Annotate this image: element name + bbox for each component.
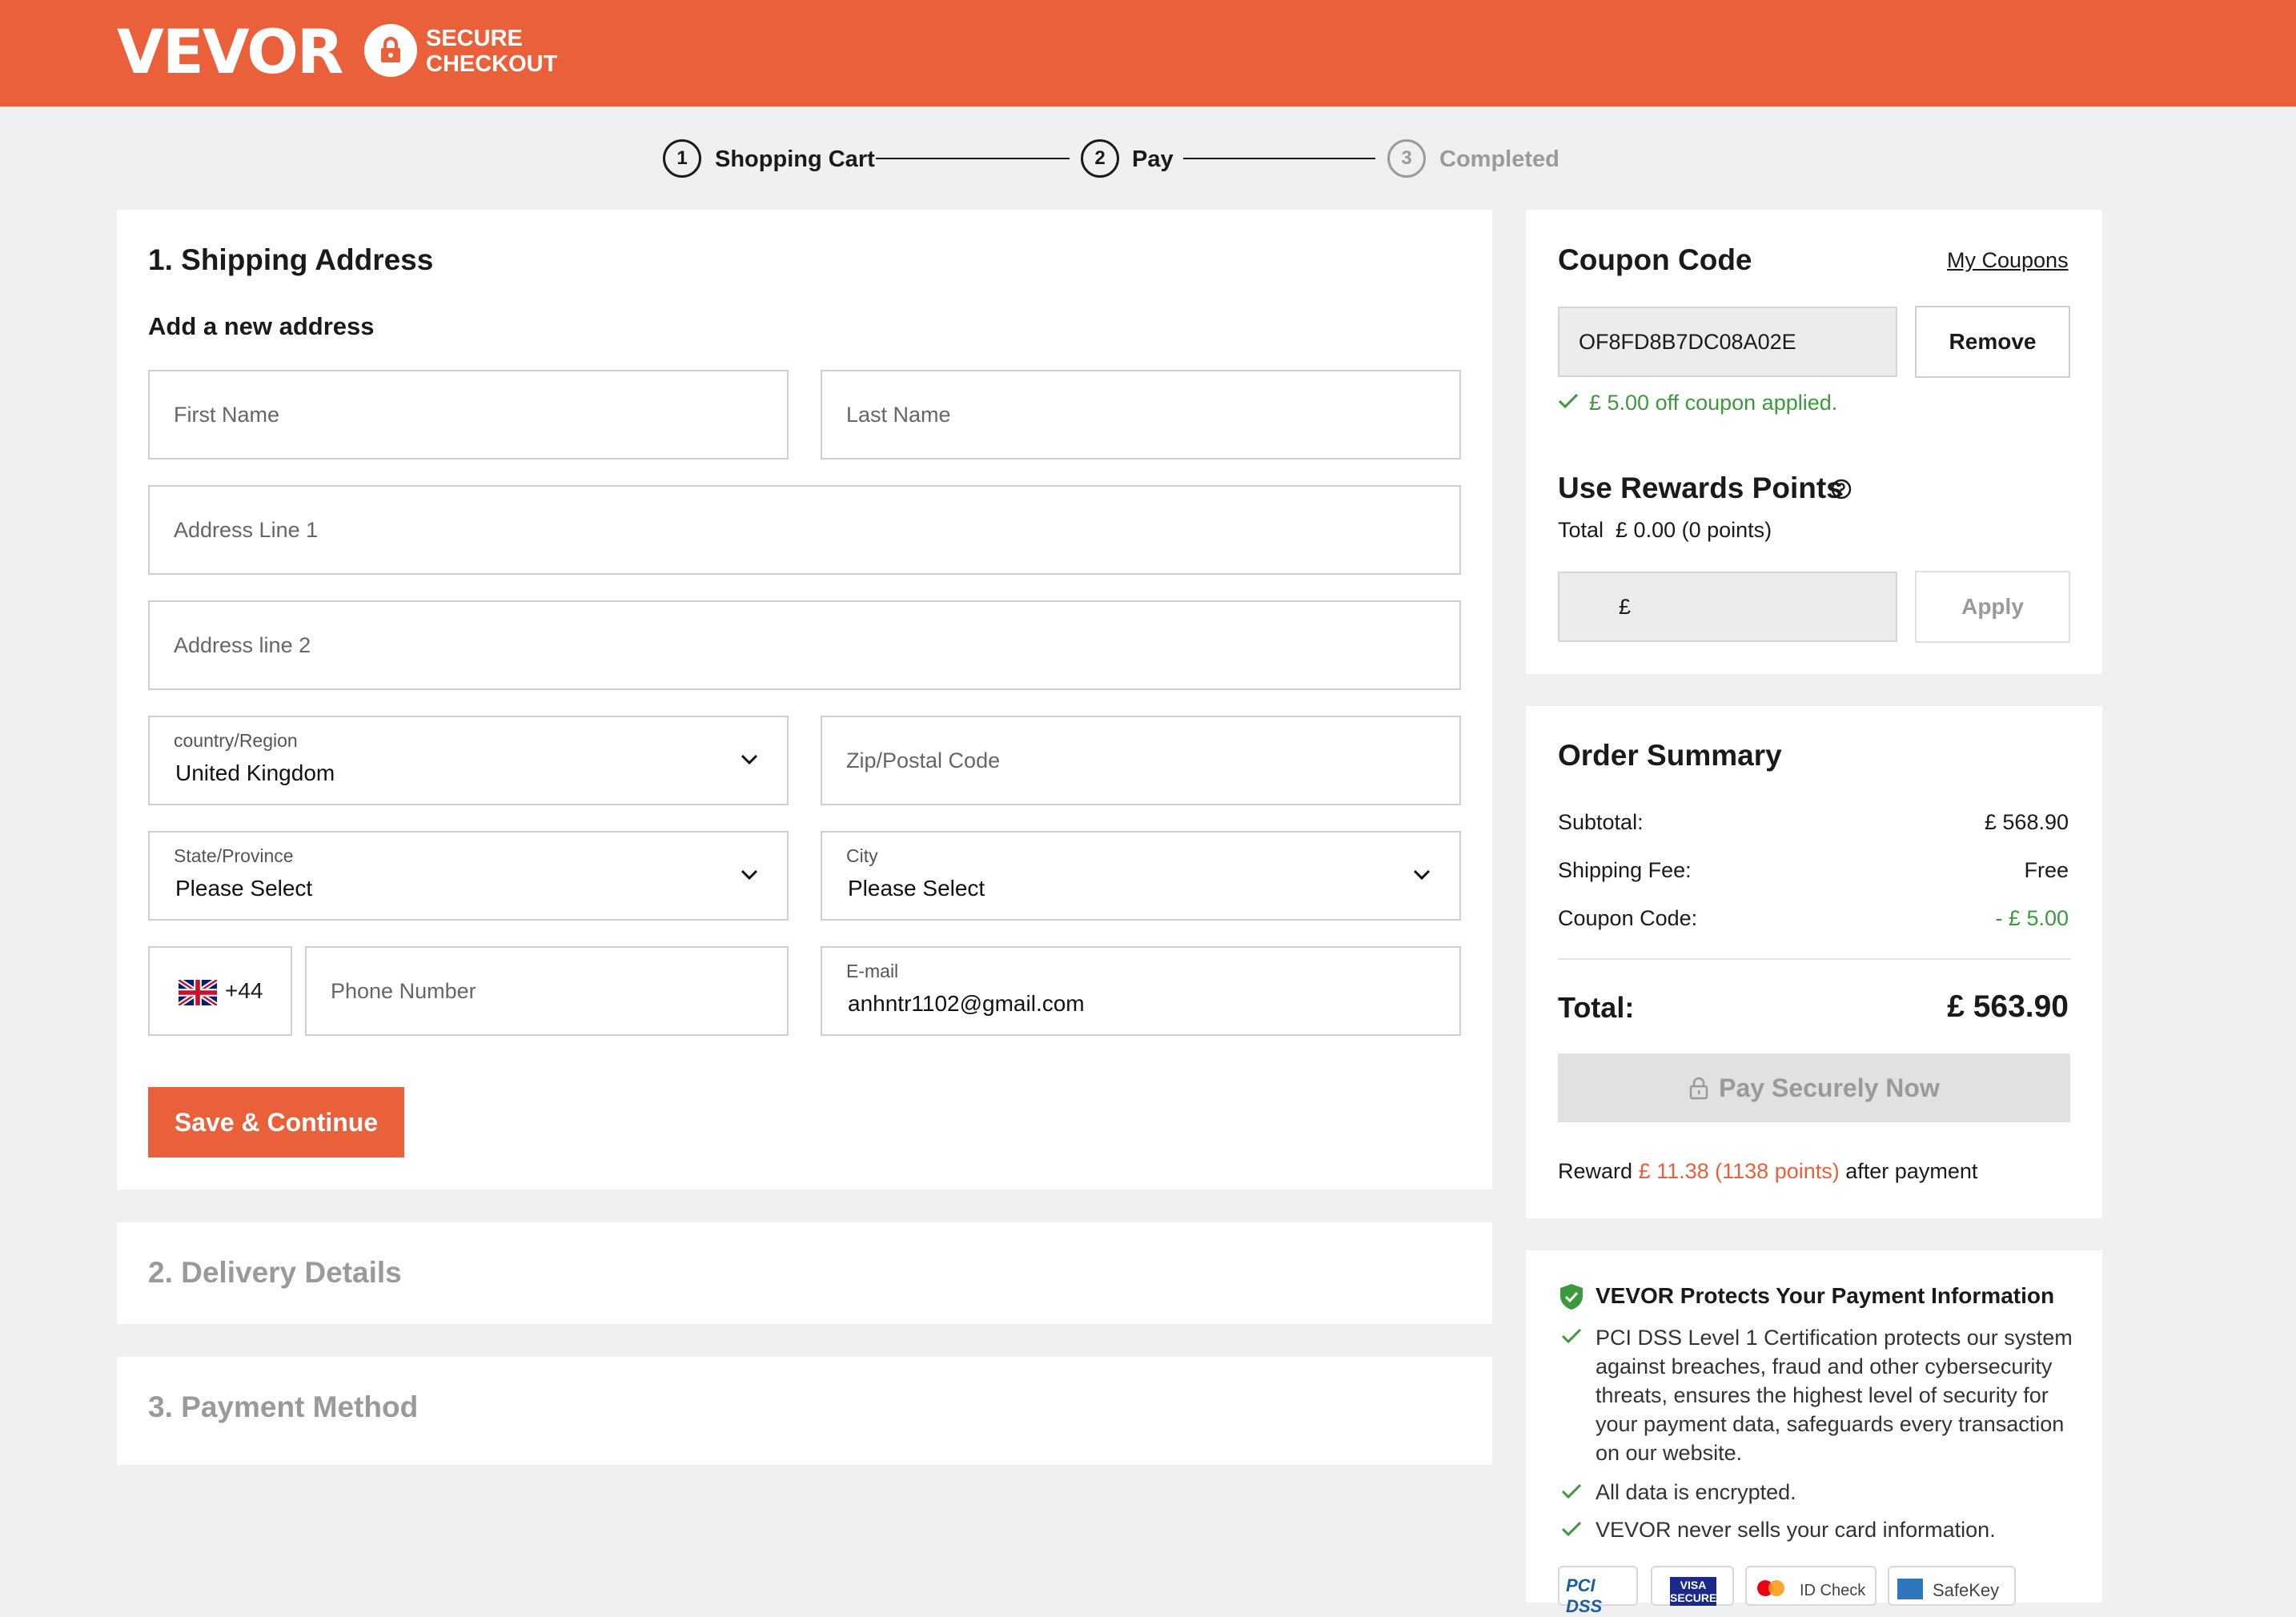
subtotal-label: Subtotal:	[1558, 810, 1644, 834]
email-value: anhntr1102@gmail.com	[848, 991, 1085, 1016]
total-label: Total:	[1558, 991, 1635, 1024]
phone-number-input[interactable]: Phone Number	[305, 946, 789, 1036]
zip-code-placeholder: Zip/Postal Code	[846, 748, 1001, 772]
summary-divider	[1558, 958, 2070, 960]
help-icon[interactable]	[1830, 478, 1852, 500]
apply-rewards-button[interactable]: Apply	[1915, 571, 2070, 643]
pay-securely-label: Pay Securely Now	[1719, 1073, 1940, 1102]
state-label: State/Province	[174, 845, 294, 866]
reward-suffix: after payment	[1845, 1159, 1978, 1183]
city-value: Please Select	[848, 876, 985, 901]
address-line-2-input[interactable]: Address line 2	[148, 600, 1461, 690]
first-name-placeholder: First Name	[174, 402, 280, 427]
checkout-steps: 1 Shopping Cart 2 Pay 3 Completed	[0, 136, 2296, 181]
secure-checkout-label: SECURE CHECKOUT	[426, 26, 558, 77]
step-1-label[interactable]: Shopping Cart	[715, 146, 875, 173]
mastercard-id-check-badge: ID Check	[1745, 1566, 1877, 1606]
shipping-fee-value: Free	[2024, 858, 2069, 882]
chevron-down-icon	[741, 869, 758, 881]
shipping-address-title: 1. Shipping Address	[148, 243, 434, 276]
last-name-placeholder: Last Name	[846, 402, 951, 427]
state-select[interactable]: State/Province Please Select	[148, 831, 789, 921]
check-icon	[1561, 1328, 1582, 1344]
step-2-label: Pay	[1132, 146, 1174, 172]
rewards-total: Total £ 0.00 (0 points)	[1558, 518, 1772, 542]
country-select[interactable]: country/Region United Kingdom	[148, 716, 789, 805]
step-3-label: Completed	[1439, 146, 1559, 172]
reward-prefix: Reward	[1558, 1159, 1633, 1183]
country-value: United Kingdom	[175, 760, 335, 785]
first-name-input[interactable]: First Name	[148, 370, 789, 459]
country-label: country/Region	[174, 730, 298, 751]
header-bar: VEVOR SECURE CHECKOUT	[0, 0, 2296, 106]
email-input[interactable]: E-mail anhntr1102@gmail.com	[821, 946, 1461, 1036]
amex-icon	[1897, 1579, 1923, 1599]
protection-bullet-encrypted: All data is encrypted.	[1596, 1480, 1796, 1504]
chevron-down-icon	[1413, 869, 1431, 881]
order-summary-card	[1526, 706, 2102, 1218]
coupon-code-input[interactable]: OF8FD8B7DC08A02E	[1558, 307, 1897, 377]
shield-check-icon	[1560, 1284, 1583, 1310]
visa-secure-badge: VISA SECURE	[1651, 1566, 1734, 1606]
rewards-points-title: Use Rewards Points	[1558, 471, 1843, 504]
pay-securely-button[interactable]: Pay Securely Now	[1558, 1053, 2070, 1122]
add-address-subtitle: Add a new address	[148, 312, 375, 340]
coupon-applied-message: £ 5.00 off coupon applied.	[1589, 391, 1838, 415]
subtotal-value: £ 568.90	[1984, 810, 2069, 834]
city-select[interactable]: City Please Select	[821, 831, 1461, 921]
address-line-1-input[interactable]: Address Line 1	[148, 485, 1461, 575]
protection-bullet-never-sells: VEVOR never sells your card information.	[1596, 1518, 1996, 1542]
check-icon	[1558, 393, 1579, 409]
rewards-amount-input[interactable]: £	[1558, 572, 1897, 642]
order-summary-title: Order Summary	[1558, 739, 1782, 772]
lock-icon	[1689, 1077, 1708, 1099]
save-continue-button[interactable]: Save & Continue	[148, 1087, 404, 1158]
step-2-number: 2	[1081, 139, 1119, 178]
total-value: £ 563.90	[1947, 989, 2069, 1024]
phone-code: +44	[225, 978, 263, 1003]
check-icon	[1561, 1483, 1582, 1499]
address-line-1-placeholder: Address Line 1	[174, 517, 319, 542]
reward-amount: £ 11.38 (1138 points)	[1638, 1159, 1840, 1183]
step-1-number: 1	[663, 139, 701, 178]
state-value: Please Select	[175, 876, 313, 901]
protection-title: VEVOR Protects Your Payment Information	[1596, 1283, 2055, 1308]
city-label: City	[846, 845, 878, 866]
remove-coupon-button[interactable]: Remove	[1915, 306, 2070, 378]
uk-flag-icon	[179, 980, 217, 1005]
step-3-number: 3	[1387, 139, 1426, 178]
address-line-2-placeholder: Address line 2	[174, 632, 311, 657]
zip-code-input[interactable]: Zip/Postal Code	[821, 716, 1461, 805]
phone-country-code-select[interactable]: +44	[148, 946, 292, 1036]
protection-bullet-pci: PCI DSS Level 1 Certification protects o…	[1596, 1326, 2073, 1465]
step-connector	[1183, 158, 1375, 159]
delivery-details-title: 2. Delivery Details	[148, 1256, 402, 1289]
check-icon	[1561, 1521, 1582, 1537]
reward-after-payment: Reward £ 11.38 (1138 points) after payme…	[1558, 1158, 1977, 1185]
secure-lock-icon	[364, 24, 417, 77]
coupon-discount-label: Coupon Code:	[1558, 906, 1698, 930]
pci-dss-badge: PCI DSS	[1558, 1566, 1638, 1616]
phone-number-placeholder: Phone Number	[331, 978, 476, 1003]
email-label: E-mail	[846, 961, 899, 981]
shipping-fee-label: Shipping Fee:	[1558, 858, 1692, 882]
mastercard-icon	[1757, 1580, 1784, 1596]
my-coupons-link[interactable]: My Coupons	[1947, 248, 2069, 273]
amex-safekey-badge: SafeKey	[1888, 1566, 2016, 1606]
coupon-code-title: Coupon Code	[1558, 243, 1752, 276]
shipping-address-card	[117, 210, 1492, 1190]
last-name-input[interactable]: Last Name	[821, 370, 1461, 459]
payment-method-title: 3. Payment Method	[148, 1390, 419, 1423]
vevor-logo[interactable]: VEVOR	[117, 18, 343, 86]
chevron-down-icon	[741, 754, 758, 765]
step-connector	[876, 158, 1070, 159]
coupon-discount-value: - £ 5.00	[1995, 906, 2069, 930]
